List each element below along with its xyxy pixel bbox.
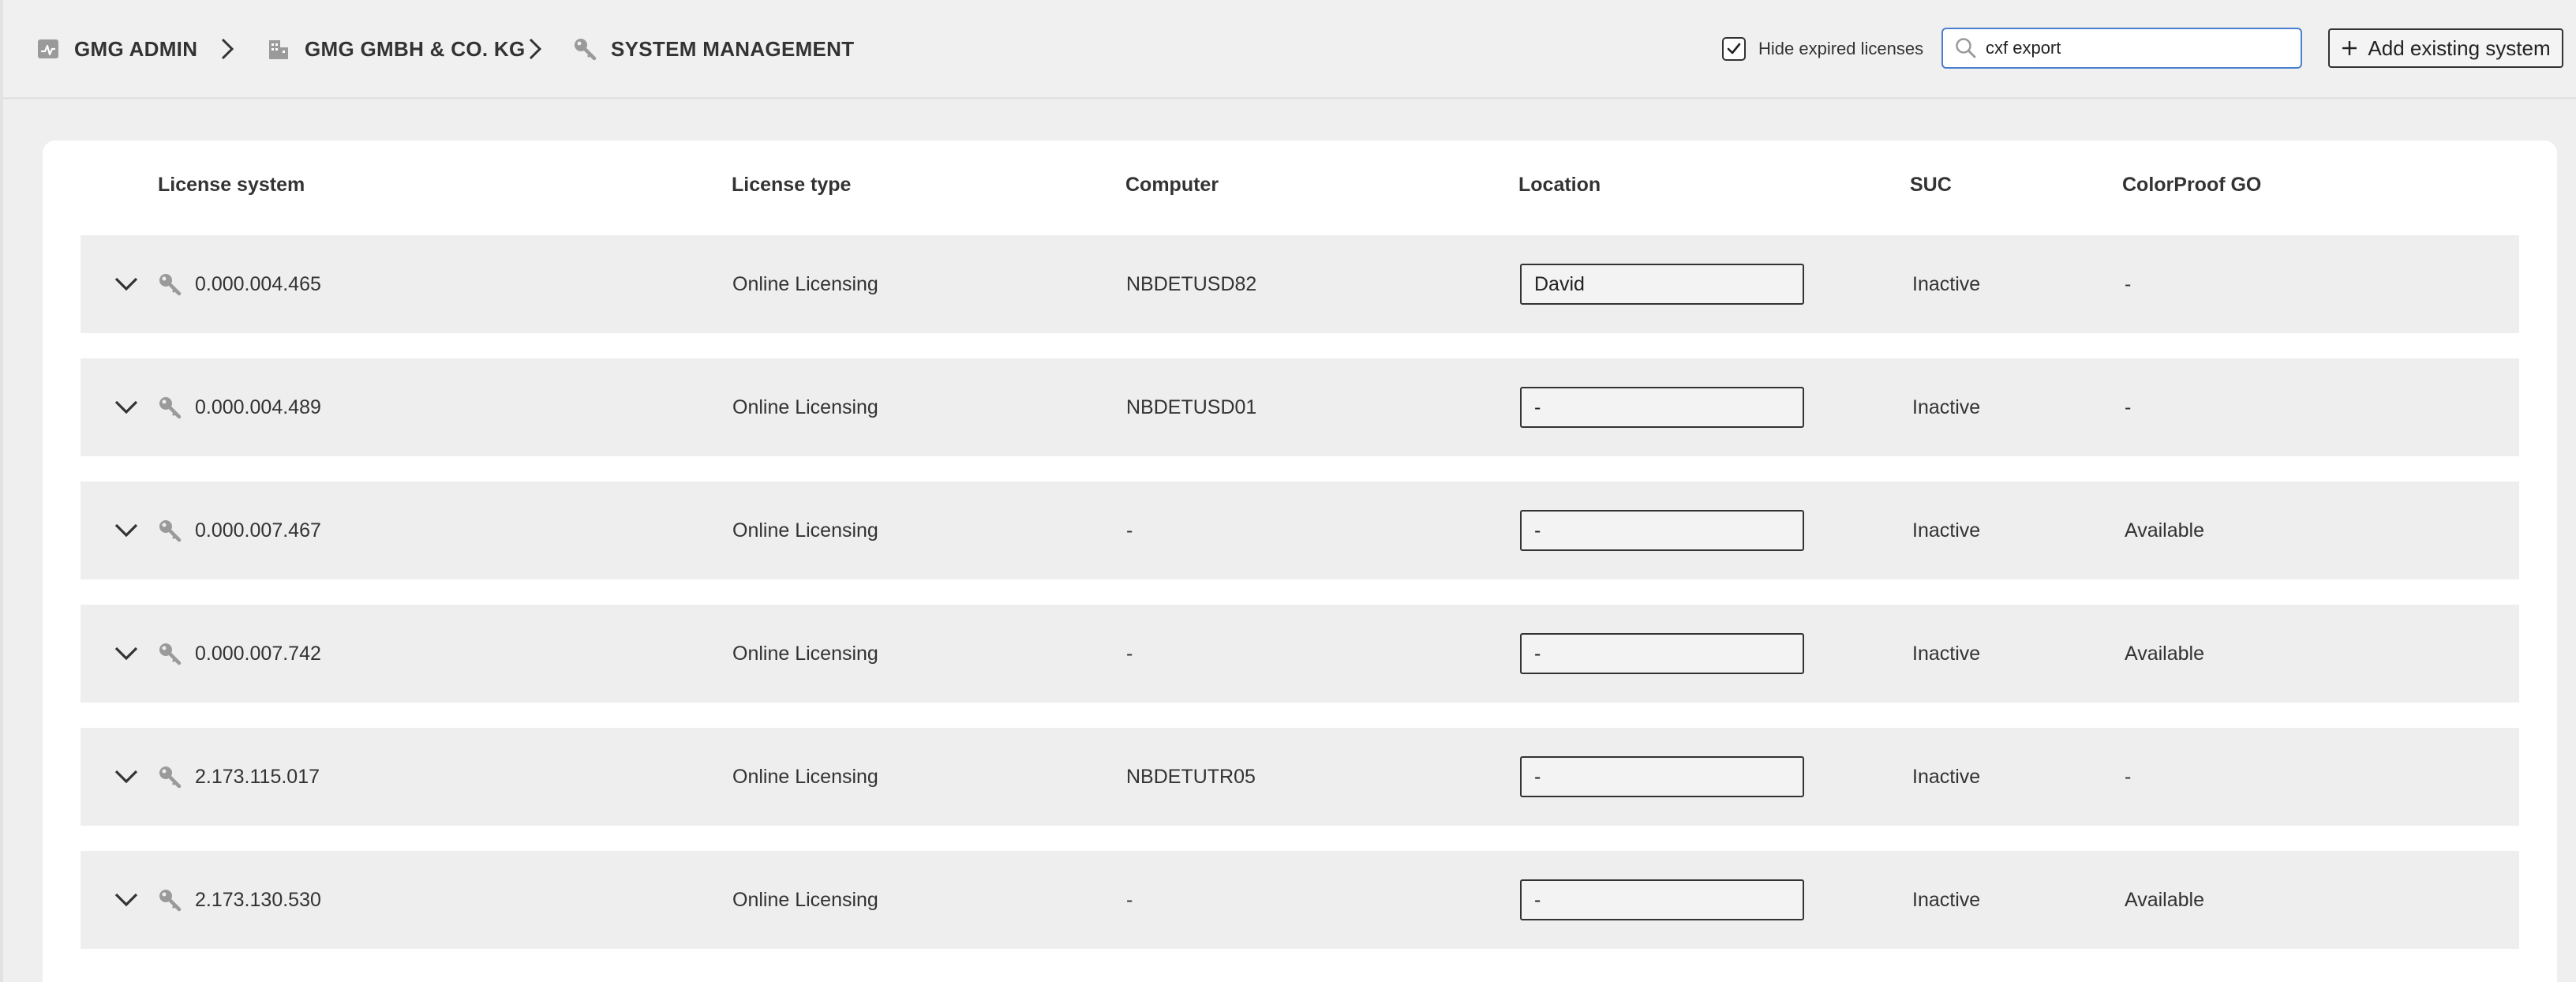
colorproof-go-cell: Available xyxy=(2125,519,2205,542)
colorproof-go-cell: - xyxy=(2125,272,2132,295)
table-row[interactable]: 2.173.130.530 Online Licensing - Inactiv… xyxy=(80,851,2519,949)
admin-dashboard-icon xyxy=(38,39,58,58)
column-header-location[interactable]: Location xyxy=(1518,174,1601,197)
location-input[interactable] xyxy=(1520,633,1804,674)
breadcrumb-system-management[interactable]: SYSTEM MANAGEMENT xyxy=(573,32,854,66)
breadcrumb-gmg-admin[interactable]: GMG ADMIN xyxy=(36,32,197,66)
table-row[interactable]: 2.173.115.017 Online Licensing NBDETUTR0… xyxy=(80,728,2519,826)
search-field[interactable] xyxy=(1941,28,2302,69)
table-row[interactable]: 0.000.007.742 Online Licensing - Inactiv… xyxy=(80,605,2519,703)
search-input[interactable] xyxy=(1986,38,2286,58)
license-type-cell: Online Licensing xyxy=(732,395,878,418)
computer-cell: - xyxy=(1126,642,1133,665)
chevron-down-icon[interactable] xyxy=(112,516,140,545)
key-icon xyxy=(159,643,182,665)
breadcrumb-gmg-gmbh[interactable]: GMG GMBH & CO. KG xyxy=(267,32,526,66)
location-input[interactable] xyxy=(1520,756,1804,797)
chevron-down-icon[interactable] xyxy=(112,393,140,422)
table-row[interactable]: 0.000.004.489 Online Licensing NBDETUSD0… xyxy=(80,358,2519,456)
computer-cell: NBDETUTR05 xyxy=(1126,765,1256,788)
computer-cell: NBDETUSD01 xyxy=(1126,395,1257,418)
add-existing-system-label: Add existing system xyxy=(2368,36,2551,60)
key-icon xyxy=(159,520,182,542)
chevron-right-icon xyxy=(529,38,542,60)
search-icon xyxy=(1956,38,1976,58)
suc-cell: Inactive xyxy=(1912,519,1981,542)
license-type-cell: Online Licensing xyxy=(732,272,878,295)
license-type-cell: Online Licensing xyxy=(732,642,878,665)
license-system-cell: 2.173.130.530 xyxy=(195,888,321,911)
computer-cell: NBDETUSD82 xyxy=(1126,272,1257,295)
computer-cell: - xyxy=(1126,888,1133,911)
colorproof-go-cell: - xyxy=(2125,765,2132,788)
add-existing-system-button[interactable]: Add existing system xyxy=(2328,28,2563,68)
suc-cell: Inactive xyxy=(1912,765,1981,788)
table-row[interactable]: 0.000.004.465 Online Licensing NBDETUSD8… xyxy=(80,235,2519,333)
license-system-cell: 0.000.007.742 xyxy=(195,642,321,665)
suc-cell: Inactive xyxy=(1912,888,1981,911)
column-header-license-type[interactable]: License type xyxy=(732,174,851,197)
breadcrumb-label: GMG ADMIN xyxy=(74,36,198,61)
location-input[interactable] xyxy=(1520,387,1804,428)
plus-icon xyxy=(2342,41,2357,55)
chevron-down-icon[interactable] xyxy=(112,639,140,668)
computer-cell: - xyxy=(1126,519,1133,542)
chevron-down-icon[interactable] xyxy=(112,763,140,791)
column-header-colorproof-go[interactable]: ColorProof GO xyxy=(2122,174,2261,197)
location-input[interactable] xyxy=(1520,879,1804,920)
license-type-cell: Online Licensing xyxy=(732,519,878,542)
hide-expired-toggle[interactable]: Hide expired licenses xyxy=(1722,35,1923,63)
license-system-cell: 2.173.115.017 xyxy=(195,765,320,788)
checkmark-icon xyxy=(1727,43,1741,54)
license-type-cell: Online Licensing xyxy=(732,888,878,911)
chevron-right-icon xyxy=(221,38,234,60)
key-icon xyxy=(159,274,182,296)
suc-cell: Inactive xyxy=(1912,642,1981,665)
chevron-down-icon[interactable] xyxy=(112,270,140,298)
column-header-license-system[interactable]: License system xyxy=(158,174,305,197)
key-icon xyxy=(575,39,597,61)
system-management-page: GMG ADMIN GMG GMBH & CO. KG SYSTEM MANAG… xyxy=(0,0,2576,982)
chevron-down-icon[interactable] xyxy=(112,886,140,914)
building-icon xyxy=(269,40,288,59)
hide-expired-checkbox[interactable] xyxy=(1722,37,1746,61)
colorproof-go-cell: Available xyxy=(2125,642,2205,665)
key-icon xyxy=(159,766,182,789)
column-header-suc[interactable]: SUC xyxy=(1910,174,1952,197)
breadcrumb-label: SYSTEM MANAGEMENT xyxy=(611,36,855,61)
location-input[interactable] xyxy=(1520,264,1804,305)
key-icon xyxy=(159,890,182,912)
license-system-cell: 0.000.004.489 xyxy=(195,395,321,418)
key-icon xyxy=(159,397,182,419)
colorproof-go-cell: Available xyxy=(2125,888,2205,911)
table-row[interactable]: 0.000.007.467 Online Licensing - Inactiv… xyxy=(80,482,2519,579)
top-bar: GMG ADMIN GMG GMBH & CO. KG SYSTEM MANAG… xyxy=(3,0,2576,99)
location-input[interactable] xyxy=(1520,510,1804,551)
colorproof-go-cell: - xyxy=(2125,395,2132,418)
breadcrumb-label: GMG GMBH & CO. KG xyxy=(305,36,526,61)
column-header-computer[interactable]: Computer xyxy=(1125,174,1219,197)
license-system-cell: 0.000.007.467 xyxy=(195,519,321,542)
suc-cell: Inactive xyxy=(1912,395,1981,418)
suc-cell: Inactive xyxy=(1912,272,1981,295)
license-type-cell: Online Licensing xyxy=(732,765,878,788)
license-system-cell: 0.000.004.465 xyxy=(195,272,321,295)
hide-expired-label: Hide expired licenses xyxy=(1758,39,1924,58)
